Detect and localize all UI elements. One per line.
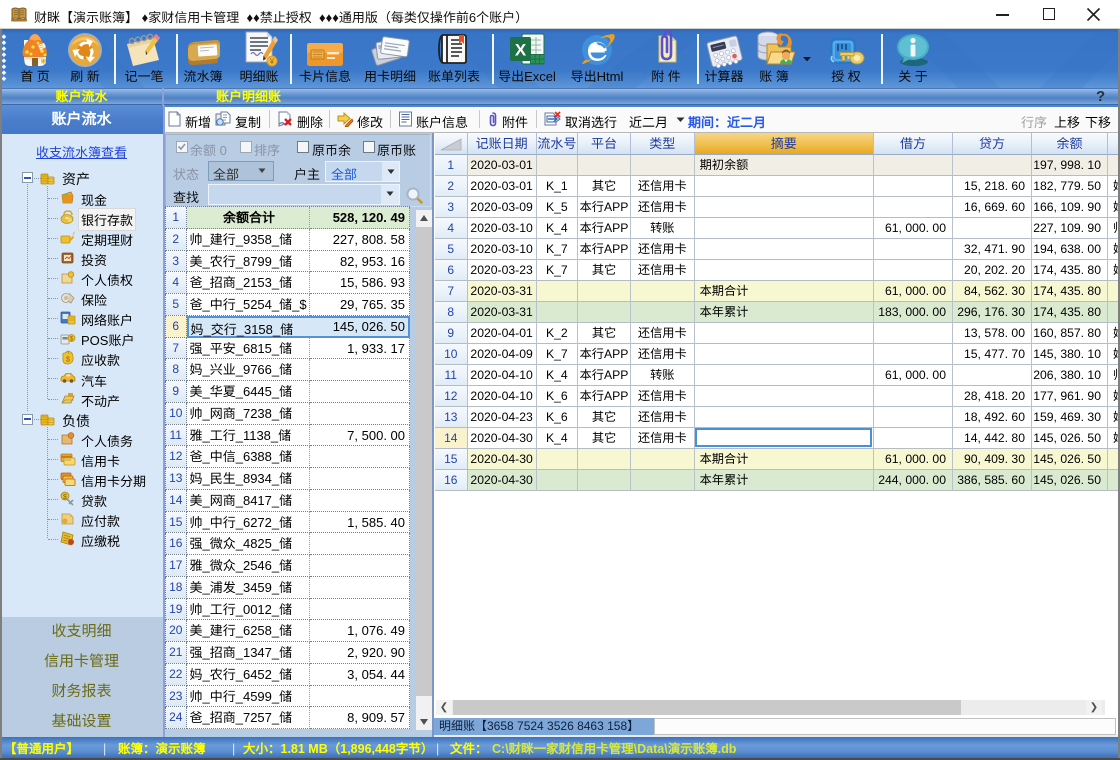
svg-text:X: X [515,41,527,60]
svg-text:$: $ [63,494,67,501]
svg-text:¥: ¥ [269,57,275,66]
svg-text:$: $ [66,357,70,364]
